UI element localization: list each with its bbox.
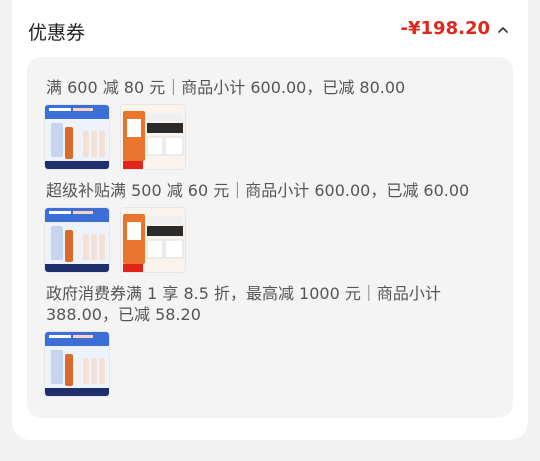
product-thumb-serum[interactable] <box>44 207 110 273</box>
coupon-discount-amount: -¥198.20 <box>400 18 490 39</box>
product-image-serum <box>45 105 109 169</box>
product-thumb-set[interactable] <box>120 104 186 170</box>
product-thumb-set[interactable] <box>120 207 186 273</box>
coupon-title: 优惠券 <box>28 22 86 44</box>
chevron-up-icon[interactable] <box>496 23 510 37</box>
coupon-line-1: 满 600 减 80 元｜商品小计 600.00，已减 80.00 <box>46 78 406 97</box>
product-thumb-serum[interactable] <box>44 104 110 170</box>
product-image-set <box>121 105 185 169</box>
product-image-serum <box>45 208 109 272</box>
product-image-serum <box>45 332 109 396</box>
coupon-detail-panel: 满 600 减 80 元｜商品小计 600.00，已减 80.00 超级补贴满 … <box>27 57 513 418</box>
coupon-line-2: 超级补贴满 500 减 60 元｜商品小计 600.00，已减 60.00 <box>46 181 470 200</box>
coupon-card: 优惠券 -¥198.20 满 600 减 80 元｜商品小计 600.00，已减… <box>12 0 528 440</box>
coupon-line-3b: 388.00，已减 58.20 <box>46 305 201 324</box>
product-thumb-serum[interactable] <box>44 331 110 397</box>
product-image-set <box>121 208 185 272</box>
coupon-header[interactable]: 优惠券 -¥198.20 <box>28 18 510 48</box>
